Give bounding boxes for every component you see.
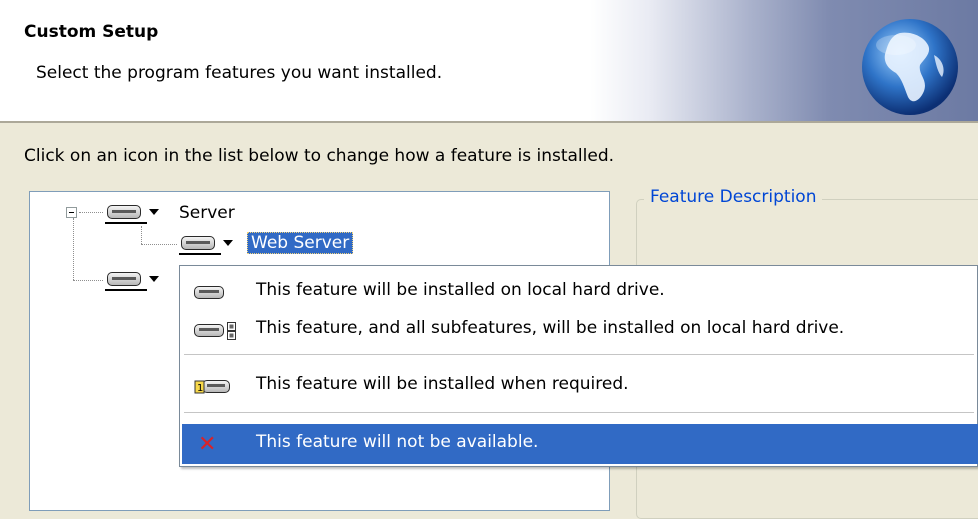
globe-icon [862,19,958,115]
web-server-install-state-button[interactable] [177,231,239,255]
tree-connector [73,280,103,281]
menu-separator [184,354,974,355]
menu-item-label: This feature will be installed when requ… [256,374,629,394]
menu-item-label: This feature, and all subfeatures, will … [256,318,845,338]
instruction-text: Click on an icon in the list below to ch… [24,146,615,166]
feature-description-title: Feature Description [644,187,823,207]
tree-connector [79,212,103,213]
hard-drive-icon [194,284,238,302]
menu-item-label: This feature will be installed on local … [256,280,665,300]
menu-separator [184,412,974,413]
tree-item-web-server[interactable]: Web Server [247,232,354,254]
dropdown-arrow-icon [149,276,159,282]
menu-item-install-local[interactable]: This feature will be installed on local … [182,272,978,312]
menu-item-install-all-local[interactable]: This feature, and all subfeatures, will … [182,310,978,350]
hard-drive-icon [107,272,141,286]
menu-item-label: This feature will not be available. [256,432,539,452]
tree-connector [141,244,177,245]
dropdown-arrow-icon [223,240,233,246]
header-banner: Custom Setup Select the program features… [0,0,978,123]
feature-install-state-button[interactable] [103,267,165,291]
hard-drive-subfeatures-icon [194,322,238,340]
collapse-toggle[interactable] [66,207,77,218]
tree-item-server[interactable]: Server [179,203,235,223]
header-title: Custom Setup [24,22,159,42]
server-install-state-button[interactable] [103,200,165,224]
tree-connector [73,218,74,280]
dropdown-arrow-icon [149,209,159,215]
hard-drive-icon [181,236,215,250]
header-subtitle: Select the program features you want ins… [36,63,443,83]
menu-item-not-available[interactable]: ✕ This feature will not be available. [182,424,978,464]
tree-connector [141,226,142,244]
not-available-x-icon: ✕ [198,432,217,457]
install-on-demand-icon: 1 [194,378,238,396]
hard-drive-icon [107,205,141,219]
install-state-menu: This feature will be installed on local … [179,265,978,467]
menu-item-install-when-required[interactable]: 1 This feature will be installed when re… [182,366,978,406]
svg-text:1: 1 [197,383,203,394]
